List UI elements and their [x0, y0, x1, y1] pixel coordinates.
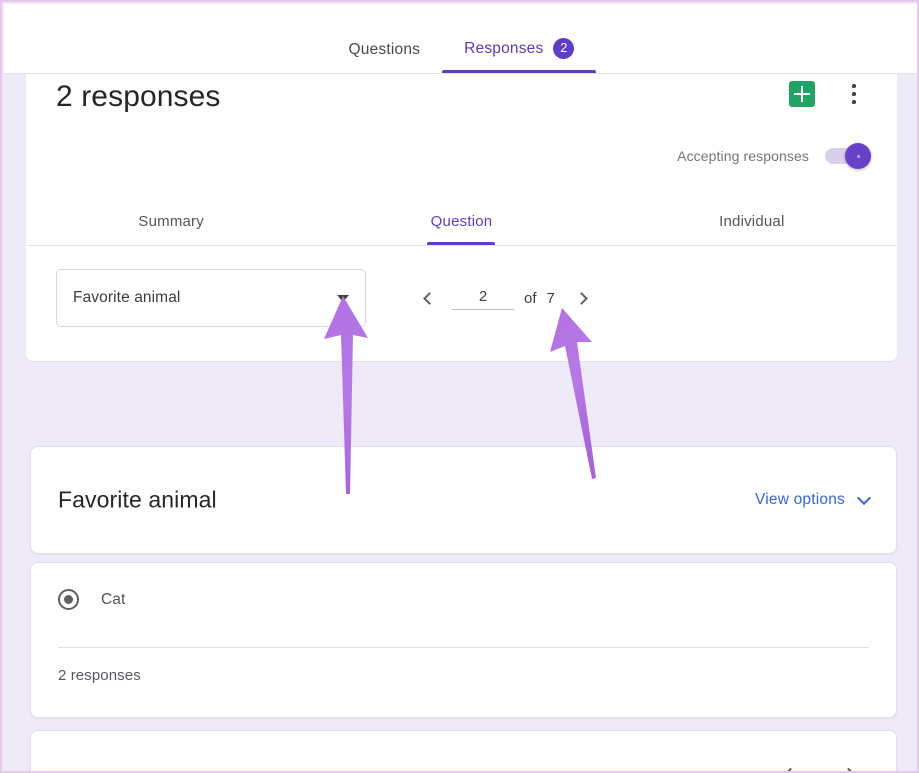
responses-summary-card: 2 responses Accepting responses Summary …: [26, 74, 897, 362]
view-options-button[interactable]: View options: [754, 490, 872, 509]
kebab-dot: [852, 100, 856, 104]
bottom-pagination-card: [30, 730, 897, 771]
next-question-button[interactable]: [565, 280, 601, 316]
radio-selected-icon: [58, 589, 79, 610]
google-forms-responses-screenshot: Questions Responses 2 2 responses Accept…: [0, 0, 919, 773]
more-vert-icon[interactable]: [841, 80, 867, 108]
question-select-value: Favorite animal: [73, 289, 181, 306]
tab-question-label: Question: [430, 213, 493, 230]
tab-summary[interactable]: Summary: [26, 198, 316, 245]
question-title: Favorite animal: [58, 486, 217, 513]
page-title: 2 responses: [56, 80, 221, 113]
google-sheets-create-icon[interactable]: [789, 81, 815, 107]
chevron-left-icon: [423, 291, 436, 305]
question-pagination: of 7: [410, 280, 601, 316]
responses-count-badge: 2: [553, 38, 575, 59]
tab-responses[interactable]: Responses 2: [442, 38, 597, 73]
answer-option-label: Cat: [101, 590, 126, 608]
responses-content: 2 responses Accepting responses Summary …: [4, 74, 917, 771]
chevron-left-icon: [782, 767, 798, 771]
accepting-responses-row: Accepting responses: [677, 143, 871, 169]
chevron-down-icon: [856, 490, 872, 505]
answers-card: Cat 2 responses: [30, 562, 897, 718]
question-page-input[interactable]: [452, 286, 514, 310]
tab-summary-label: Summary: [138, 213, 204, 230]
forms-header: Questions Responses 2: [4, 3, 917, 74]
main-tabs: Questions Responses 2: [4, 3, 917, 73]
tab-individual-label: Individual: [719, 213, 785, 230]
accepting-responses-toggle[interactable]: [825, 143, 871, 169]
accepting-responses-label: Accepting responses: [677, 148, 809, 164]
question-picker-row: Favorite animal of 7: [56, 269, 867, 327]
previous-question-button[interactable]: [410, 280, 446, 316]
divider: [58, 647, 869, 648]
toggle-knob: [845, 143, 871, 169]
tab-individual[interactable]: Individual: [607, 198, 897, 245]
kebab-dot: [852, 84, 856, 88]
question-select-dropdown[interactable]: Favorite animal: [56, 269, 366, 327]
bottom-pagination: [772, 757, 866, 771]
active-subtab-indicator: [427, 242, 496, 245]
response-view-tabs: Summary Question Individual: [26, 198, 897, 246]
active-tab-indicator: [442, 70, 597, 73]
bottom-next-button[interactable]: [830, 757, 866, 771]
tab-question[interactable]: Question: [316, 198, 606, 245]
caret-down-icon[interactable]: [337, 295, 349, 302]
view-options-label: View options: [754, 491, 845, 508]
tab-questions-label: Questions: [348, 41, 421, 58]
question-title-card: Favorite animal View options: [30, 446, 897, 554]
pagination-of-label: of: [524, 289, 537, 307]
tab-questions[interactable]: Questions: [327, 41, 443, 73]
tab-responses-label: Responses: [464, 39, 544, 57]
answer-option-row: Cat: [58, 589, 125, 610]
chevron-right-icon: [840, 767, 856, 771]
answer-response-count: 2 responses: [58, 667, 141, 684]
bottom-previous-button[interactable]: [772, 757, 808, 771]
pagination-total: 7: [546, 289, 555, 307]
kebab-dot: [852, 92, 856, 96]
chevron-right-icon: [574, 291, 588, 305]
